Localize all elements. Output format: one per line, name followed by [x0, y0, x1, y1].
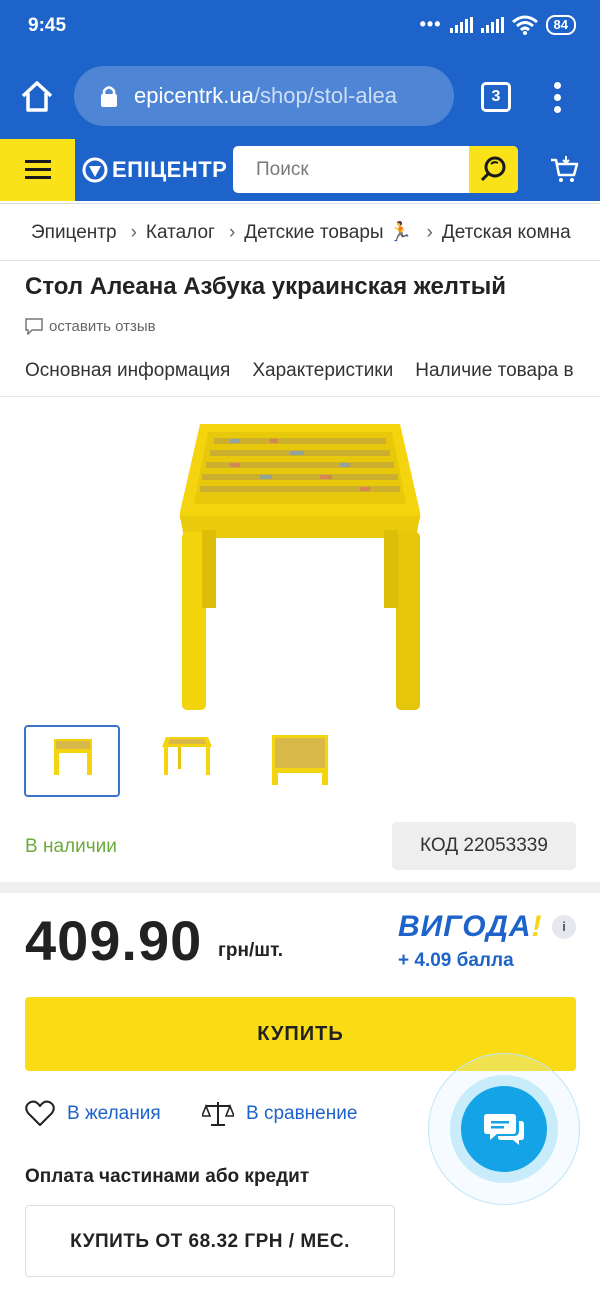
thumbnail-2[interactable] — [138, 725, 234, 797]
lock-icon — [101, 86, 117, 107]
logo-mark-icon — [82, 157, 108, 183]
review-link-label: оставить отзыв — [49, 318, 156, 335]
status-icons: ••• 84 — [420, 14, 576, 35]
status-bar: 9:45 ••• 84 — [0, 0, 600, 54]
product-image[interactable] — [170, 412, 430, 717]
bonus-points: + 4.09 балла — [398, 950, 514, 971]
signal-icon-2 — [480, 16, 504, 33]
review-link[interactable]: оставить отзыв — [25, 318, 156, 335]
thumbnail-1[interactable] — [24, 725, 120, 797]
product-tabs: Основная информация Характеристики Наличие… — [25, 360, 600, 382]
tabs-icon[interactable]: 3 — [481, 82, 511, 112]
menu-icon[interactable] — [0, 139, 75, 201]
price-unit: грн/шт. — [218, 940, 284, 961]
search-button[interactable] — [469, 146, 518, 193]
product-price: 409.90 — [25, 909, 203, 972]
tab-specs[interactable]: Характеристики — [252, 360, 393, 381]
availability-status: В наличии — [25, 836, 117, 857]
search-input[interactable]: Поиск — [233, 146, 518, 193]
notification-dots-icon: ••• — [419, 14, 442, 34]
scales-icon — [202, 1102, 234, 1126]
tab-main-info[interactable]: Основная информация — [25, 360, 230, 381]
bonus-brand-mark: ! — [531, 910, 543, 943]
breadcrumb-item[interactable]: Детские товары 🏃 — [244, 222, 412, 243]
product-code: КОД 22053339 — [392, 822, 576, 870]
compare-label: В сравнение — [246, 1103, 358, 1124]
bonus-brand-text: ВИГОДА — [398, 910, 532, 943]
wifi-icon — [511, 15, 538, 35]
url-domain: epicentrk.ua — [134, 83, 254, 108]
breadcrumb-item[interactable]: Эпицентр — [31, 222, 117, 243]
credit-heading: Оплата частинами або кредит — [25, 1166, 310, 1187]
cart-icon[interactable] — [548, 153, 580, 185]
chat-icon — [484, 1114, 524, 1145]
search-icon — [480, 156, 506, 182]
chevron-right-icon: › — [228, 222, 236, 243]
info-icon[interactable]: i — [552, 915, 576, 939]
chat-button[interactable] — [461, 1086, 547, 1172]
thumbnail-3[interactable] — [252, 725, 348, 797]
site-logo[interactable]: ЕПІЦЕНТР — [82, 155, 227, 185]
add-to-wishlist[interactable]: В желания — [25, 1100, 161, 1127]
buy-on-credit-button[interactable]: КУПИТЬ ОТ 68.32 ГРН / МЕС. — [25, 1205, 395, 1277]
browser-toolbar: epicentrk.ua/shop/stol-alea 3 — [0, 54, 600, 139]
heart-icon — [25, 1100, 55, 1126]
status-time: 9:45 — [28, 15, 67, 36]
tab-availability[interactable]: Наличие товара в — [415, 360, 573, 381]
home-icon[interactable] — [18, 78, 56, 116]
search-placeholder: Поиск — [256, 159, 309, 180]
address-bar[interactable]: epicentrk.ua/shop/stol-alea — [74, 66, 454, 126]
section-divider — [0, 882, 600, 893]
breadcrumb-item[interactable]: Каталог — [146, 222, 215, 243]
breadcrumb-item[interactable]: Детская комна — [442, 222, 571, 243]
signal-icon — [449, 16, 473, 33]
chevron-right-icon: › — [130, 222, 137, 243]
battery-indicator: 84 — [545, 14, 576, 35]
page-title: Стол Алеана Азбука украинская желтый — [25, 273, 507, 300]
url-path: /shop/stol-alea — [253, 83, 397, 108]
wishlist-label: В желания — [67, 1102, 161, 1124]
breadcrumb: Эпицентр › Каталог › Детские товары 🏃 › Детска… — [0, 203, 600, 261]
bonus-brand-logo: ВИГОДА! — [398, 910, 543, 944]
divider — [0, 396, 600, 397]
site-header: ЕПІЦЕНТР Поиск — [0, 139, 600, 201]
add-to-compare[interactable]: В сравнение — [202, 1100, 357, 1128]
logo-text: ЕПІЦЕНТР — [112, 157, 228, 182]
more-vert-icon[interactable] — [552, 82, 562, 113]
chevron-right-icon: › — [426, 222, 433, 243]
chat-bubble-icon — [25, 318, 43, 335]
